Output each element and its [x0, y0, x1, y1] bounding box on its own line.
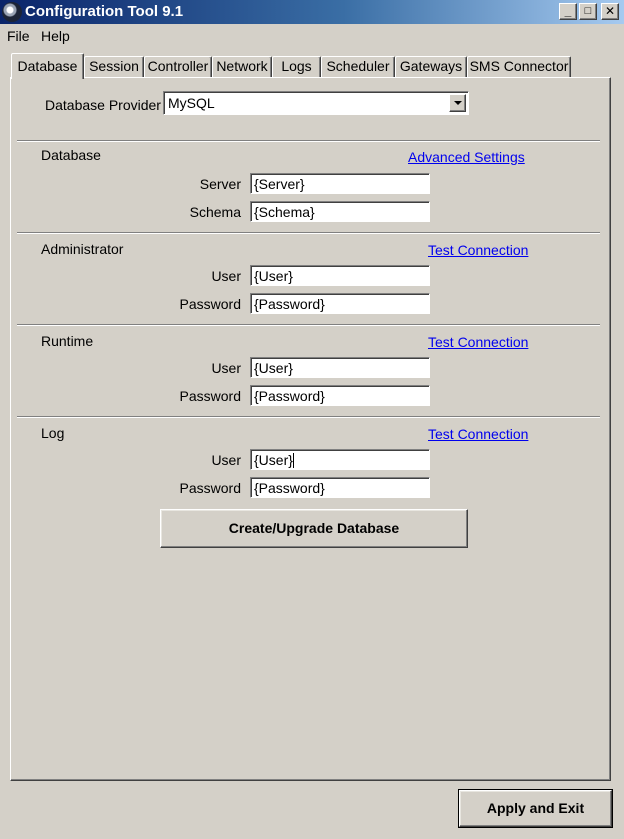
admin-password-label: Password [179, 296, 241, 312]
runtime-password-input[interactable]: {Password} [250, 385, 430, 406]
text-caret [292, 453, 294, 468]
administrator-heading: Administrator [41, 241, 124, 257]
runtime-user-label: User [211, 360, 241, 376]
log-test-connection-link[interactable]: Test Connection [428, 426, 528, 442]
admin-user-label: User [211, 268, 241, 284]
log-password-input[interactable]: {Password} [250, 477, 430, 498]
runtime-user-input[interactable]: {User} [250, 357, 430, 378]
runtime-password-label: Password [179, 388, 241, 404]
schema-input[interactable]: {Schema} [250, 201, 430, 222]
advanced-settings-link[interactable]: Advanced Settings [408, 149, 525, 165]
server-label: Server [199, 176, 241, 192]
separator [17, 324, 600, 326]
runtime-heading: Runtime [41, 333, 94, 349]
database-form: Database Provider MySQL Database Advance… [0, 0, 624, 839]
log-user-value: {User} [254, 452, 293, 468]
log-heading: Log [41, 425, 65, 441]
chevron-down-icon [454, 101, 462, 105]
create-upgrade-database-button[interactable]: Create/Upgrade Database [160, 509, 468, 548]
admin-user-input[interactable]: {User} [250, 265, 430, 286]
schema-label: Schema [189, 204, 241, 220]
provider-label: Database Provider [45, 97, 161, 113]
log-password-label: Password [179, 480, 241, 496]
separator [17, 416, 600, 418]
admin-password-input[interactable]: {Password} [250, 293, 430, 314]
separator [17, 232, 600, 234]
server-input[interactable]: {Server} [250, 173, 430, 194]
dropdown-button[interactable] [449, 94, 466, 112]
separator [17, 140, 600, 142]
log-user-label: User [211, 452, 241, 468]
provider-value: MySQL [168, 95, 215, 111]
runtime-test-connection-link[interactable]: Test Connection [428, 334, 528, 350]
database-heading: Database [41, 147, 101, 163]
tab-database[interactable]: Database [11, 53, 84, 79]
log-user-input[interactable]: {User} [250, 449, 430, 470]
provider-select[interactable]: MySQL [163, 91, 469, 115]
admin-test-connection-link[interactable]: Test Connection [428, 242, 528, 258]
